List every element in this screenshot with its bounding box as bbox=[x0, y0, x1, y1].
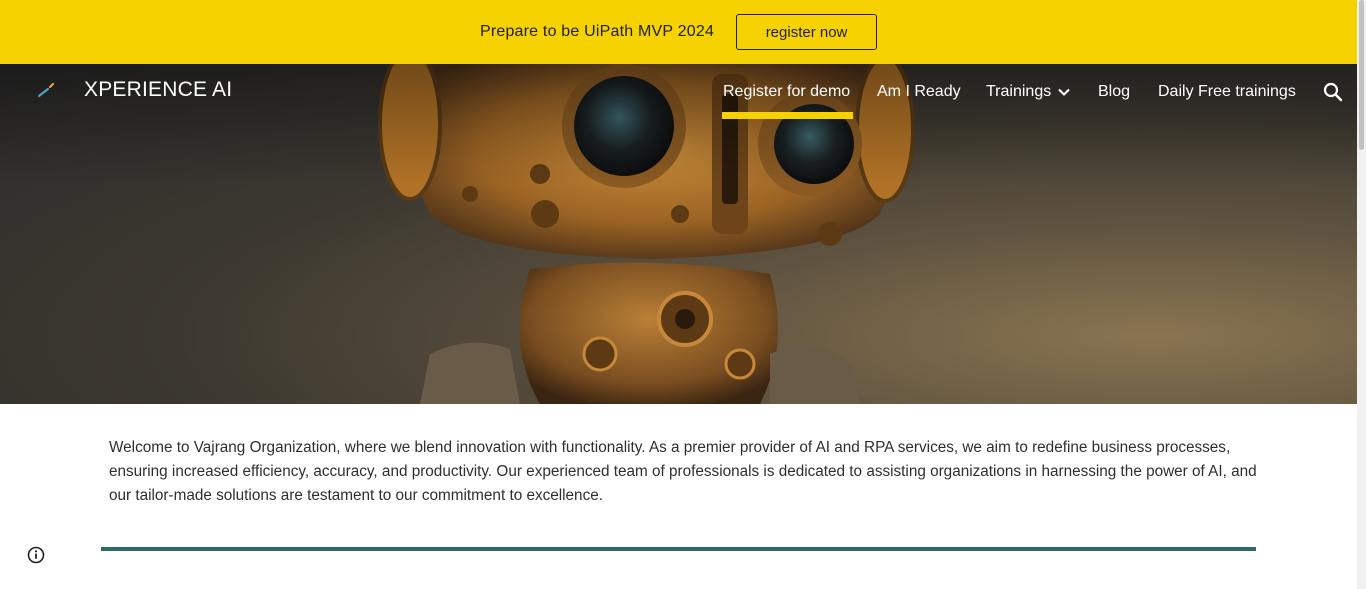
section-divider bbox=[101, 547, 1256, 551]
info-icon[interactable] bbox=[27, 546, 45, 564]
hero-image bbox=[0, 64, 1357, 404]
active-nav-indicator bbox=[722, 112, 853, 119]
nav-item-am-i-ready[interactable]: Am I Ready bbox=[877, 80, 961, 104]
intro-paragraph: Welcome to Vajrang Organization, where w… bbox=[109, 439, 1257, 504]
nav-item-daily-free-trainings[interactable]: Daily Free trainings bbox=[1158, 80, 1296, 104]
nav-item-label: Trainings bbox=[986, 83, 1052, 100]
site-title[interactable]: XPERIENCE AI bbox=[84, 78, 232, 102]
xperience-logo-icon[interactable] bbox=[36, 80, 58, 102]
nav-item-register-for-demo[interactable]: Register for demo bbox=[723, 80, 850, 104]
nav-item-blog[interactable]: Blog bbox=[1098, 80, 1130, 104]
nav-item-label: Daily Free trainings bbox=[1158, 83, 1296, 100]
nav-item-label: Am I Ready bbox=[877, 83, 961, 100]
banner-text: Prepare to be UiPath MVP 2024 bbox=[479, 23, 715, 40]
register-now-button[interactable]: register now bbox=[736, 14, 878, 50]
chevron-down-icon bbox=[1058, 88, 1070, 96]
nav-item-label: Register for demo bbox=[723, 83, 851, 100]
nav-item-trainings[interactable]: Trainings bbox=[986, 80, 1071, 104]
announcement-banner: Prepare to be UiPath MVP 2024 register n… bbox=[0, 0, 1357, 64]
nav-item-label: Blog bbox=[1098, 83, 1131, 100]
search-icon[interactable] bbox=[1322, 81, 1344, 103]
scrollbar-thumb[interactable] bbox=[1359, 0, 1364, 150]
